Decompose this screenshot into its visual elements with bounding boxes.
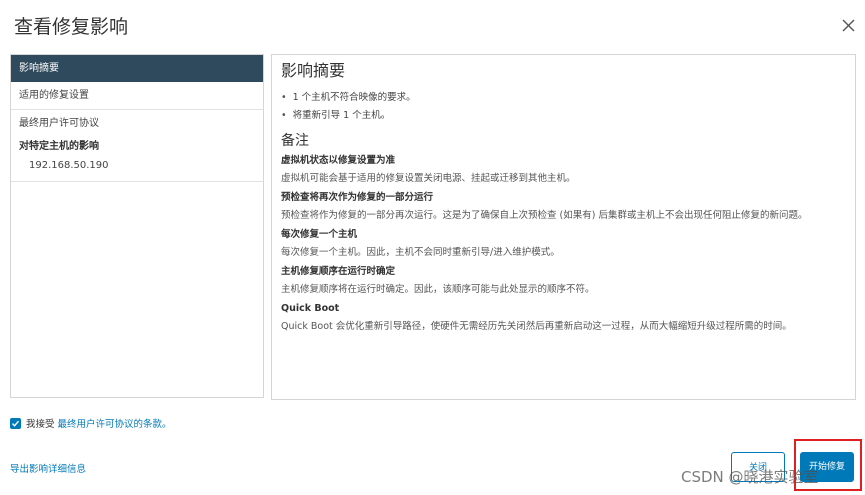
eula-accept-row: 我接受 最终用户许可协议的条款。 [10, 416, 172, 430]
section-title: 虚拟机状态以修复设置为准 [281, 155, 396, 166]
section-body: 主机修复顺序将在运行时确定。因此，该顺序可能与此处显示的顺序不符。 [281, 284, 595, 295]
section-title: 主机修复顺序在运行时确定 [281, 266, 396, 277]
section-body: 虚拟机可能会基于适用的修复设置关闭电源、挂起或迁移到其他主机。 [281, 173, 576, 184]
sidebar: 影响摘要 适用的修复设置 最终用户许可协议 对特定主机的影响 192.168.5… [10, 54, 264, 398]
section-body: Quick Boot 会优化重新引导路径，使硬件无需经历先关闭然后再重新启动这一… [281, 321, 792, 332]
close-dialog-button[interactable]: 关闭 [731, 452, 785, 482]
sidebar-item-eula[interactable]: 最终用户许可协议 [11, 110, 263, 138]
close-icon [842, 19, 855, 32]
section-title: 每次修复一个主机 [281, 229, 358, 240]
content-heading: 影响摘要 [281, 61, 346, 80]
checkmark-icon [12, 420, 20, 427]
sidebar-item-impact-summary[interactable]: 影响摘要 [11, 55, 263, 82]
sidebar-group-host-impact: 对特定主机的影响 [19, 141, 99, 152]
close-button[interactable] [838, 15, 860, 37]
content-panel: 影响摘要 1 个主机不符合映像的要求。 将重新引导 1 个主机。 备注 虚拟机状… [271, 54, 856, 400]
eula-checkbox[interactable] [10, 417, 21, 429]
section-body: 预检查将作为修复的一部分再次运行。这是为了确保自上次预检查 (如果有) 后集群或… [281, 210, 808, 221]
dialog-title: 查看修复影响 [14, 16, 129, 38]
section-body: 每次修复一个主机。因此，主机不会同时重新引导/进入维护模式。 [281, 247, 560, 258]
eula-accept-label: 我接受 [26, 419, 55, 430]
eula-link[interactable]: 最终用户许可协议的条款。 [58, 416, 172, 430]
list-item: 将重新引导 1 个主机。 [281, 107, 846, 125]
export-impact-link[interactable]: 导出影响详细信息 [10, 461, 86, 475]
sidebar-item-host[interactable]: 192.168.50.190 [11, 155, 263, 182]
sidebar-item-remediation-settings[interactable]: 适用的修复设置 [11, 82, 263, 110]
start-remediation-button[interactable]: 开始修复 [800, 452, 854, 482]
list-item: 1 个主机不符合映像的要求。 [281, 89, 846, 107]
notes-heading: 备注 [281, 133, 309, 149]
section-title: 预检查将再次作为修复的一部分运行 [281, 192, 434, 203]
section-title: Quick Boot [281, 303, 340, 314]
summary-list: 1 个主机不符合映像的要求。 将重新引导 1 个主机。 [281, 89, 846, 125]
